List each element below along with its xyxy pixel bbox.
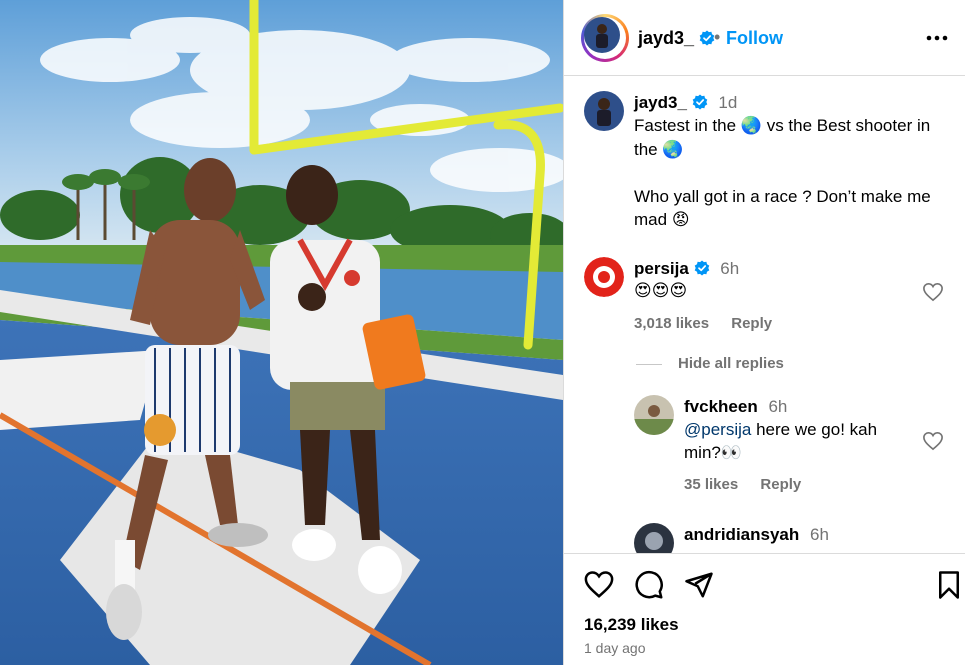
author-username-text[interactable]: jayd3_ (638, 28, 694, 48)
globe-emoji: 🌏 (662, 140, 684, 160)
verified-badge-icon (692, 94, 707, 110)
post-timestamp[interactable]: 1 day ago (584, 640, 646, 656)
comment-text: 😍😍😍 (634, 281, 688, 301)
post-photo[interactable] (0, 0, 563, 665)
separator-dot: • (714, 27, 721, 47)
caption-username[interactable]: jayd3_ (634, 93, 687, 112)
persija-logo-icon (584, 257, 624, 297)
eyes-emoji: 👀 (720, 443, 743, 463)
verified-badge-icon (694, 260, 709, 276)
reply: fvckheen 6h @persija here we go! kah min… (684, 395, 934, 465)
avatar-image (584, 17, 620, 53)
heart-icon[interactable] (922, 431, 944, 451)
reply-time[interactable]: 6h (768, 397, 787, 416)
reply: andridiansyah 6h (684, 523, 829, 546)
reply-meta: 35 likes Reply (684, 476, 819, 493)
caption: jayd3_ 1d Fastest in the 🌏 vs the Best s… (634, 91, 954, 232)
comment-icon[interactable] (634, 570, 664, 600)
comment-meta: 3,018 likes Reply (634, 315, 790, 332)
comment-likes[interactable]: 3,018 likes (634, 315, 709, 332)
mention-link[interactable]: @persija (684, 420, 751, 439)
comment-time[interactable]: 6h (720, 259, 739, 278)
globe-emoji: 🌏 (740, 116, 762, 136)
caption-text: vs the Best shooter in (766, 116, 931, 135)
caption-time[interactable]: 1d (718, 93, 737, 112)
follow-button[interactable]: Follow (726, 28, 783, 49)
reply-username[interactable]: andridiansyah (684, 525, 799, 544)
reply-username[interactable]: fvckheen (684, 397, 758, 416)
avatar-image (634, 395, 674, 435)
post-image (0, 0, 563, 665)
post-panel: jayd3_ • Follow jayd3_ 1d Fastest in the… (563, 0, 965, 665)
action-bar: 16,239 likes 1 day ago (564, 553, 965, 665)
angry-emoji: 😡 (671, 210, 690, 230)
heart-icon[interactable] (584, 570, 614, 600)
author-avatar[interactable] (581, 14, 629, 62)
reply-button[interactable]: Reply (731, 315, 772, 332)
comment: persija 6h 😍😍😍 (634, 257, 739, 303)
caption-text: Fastest in the (634, 116, 737, 135)
reply-avatar[interactable] (634, 395, 674, 435)
caption-text: mad (634, 210, 668, 229)
send-icon[interactable] (684, 570, 714, 600)
reply-avatar[interactable] (634, 523, 674, 553)
caption-avatar[interactable] (584, 91, 624, 131)
comment-username[interactable]: persija (634, 259, 689, 278)
hide-replies-button[interactable]: Hide all replies (636, 355, 784, 372)
post-header: jayd3_ • Follow (564, 0, 965, 76)
reply-text: min? (684, 443, 721, 462)
avatar-image (634, 523, 674, 553)
reply-time[interactable]: 6h (810, 525, 829, 544)
bookmark-icon[interactable] (934, 570, 964, 600)
caption-text: Who yall got in a race ? Don’t make me (634, 187, 931, 206)
heart-icon[interactable] (922, 282, 944, 302)
comment-avatar[interactable] (584, 257, 624, 297)
like-count[interactable]: 16,239 likes (584, 615, 679, 635)
author-username[interactable]: jayd3_ (638, 28, 715, 49)
more-horizontal-icon[interactable] (924, 26, 950, 50)
avatar-image (584, 91, 624, 131)
reply-button[interactable]: Reply (760, 476, 801, 493)
caption-text: the (634, 140, 658, 159)
reply-likes[interactable]: 35 likes (684, 476, 738, 493)
comments-section[interactable]: jayd3_ 1d Fastest in the 🌏 vs the Best s… (564, 77, 965, 553)
reply-text: here we go! kah (756, 420, 878, 439)
verified-badge-icon (699, 30, 715, 46)
